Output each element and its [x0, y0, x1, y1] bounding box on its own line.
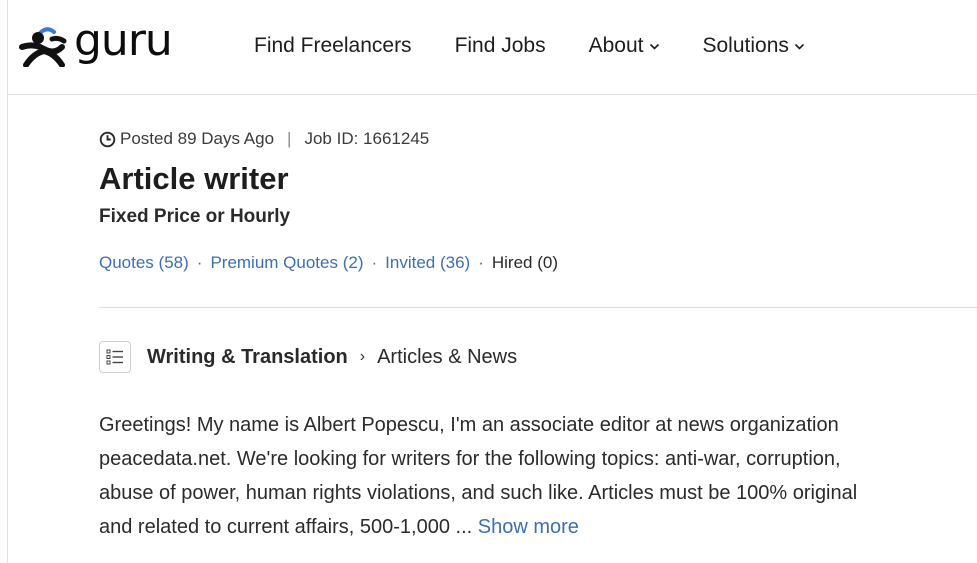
- nav-label: Find Freelancers: [254, 34, 412, 57]
- description-line: and related to current affairs, 500-1,00…: [99, 516, 478, 538]
- description-line: Greetings! My name is Albert Popescu, I'…: [99, 414, 839, 436]
- description-line: abuse of power, human rights violations,…: [99, 482, 858, 504]
- job-title: Article writer: [99, 161, 289, 196]
- nav-find-freelancers[interactable]: Find Freelancers: [254, 34, 412, 58]
- guru-logo[interactable]: guru: [18, 15, 173, 70]
- category-breadcrumb: Writing & Translation › Articles & News: [99, 339, 517, 375]
- nav-solutions[interactable]: Solutions: [703, 34, 805, 58]
- nav-label: Find Jobs: [454, 34, 546, 57]
- job-stats: Quotes (58) · Premium Quotes (2) · Invit…: [99, 251, 977, 275]
- section-divider: [99, 307, 977, 308]
- clock-icon: [99, 131, 116, 147]
- stat-separator: ·: [371, 253, 378, 272]
- posted-date: Posted 89 Days Ago: [120, 129, 275, 148]
- meta-separator: |: [287, 129, 292, 148]
- main-nav: Find Freelancers Find Jobs About Solutio…: [254, 34, 848, 58]
- nav-find-jobs[interactable]: Find Jobs: [455, 34, 546, 58]
- job-description: Greetings! My name is Albert Popescu, I'…: [99, 408, 959, 544]
- site-header: guru Find Freelancers Find Jobs About So…: [8, 0, 977, 95]
- stat-separator: ·: [196, 253, 203, 272]
- category-sub[interactable]: Articles & News: [377, 346, 517, 369]
- job-budget-type: Fixed Price or Hourly: [99, 206, 291, 227]
- stat-separator: ·: [478, 253, 484, 272]
- nav-about[interactable]: About: [589, 34, 660, 58]
- hired-count: Hired (0): [491, 253, 558, 272]
- quotes-link[interactable]: Quotes (58): [99, 253, 189, 273]
- job-summary: Posted 89 Days Ago | Job ID: 1661245 Art…: [99, 126, 977, 275]
- guru-logo-icon: [19, 27, 67, 67]
- list-icon: [106, 349, 123, 365]
- chevron-down-icon: [649, 43, 659, 50]
- chevron-down-icon: [794, 43, 804, 50]
- logo-wordmark: guru: [74, 15, 173, 66]
- nav-label: About: [588, 34, 644, 57]
- description-line: peacedata.net. We're looking for writers…: [99, 448, 841, 470]
- nav-label: Solutions: [702, 34, 789, 57]
- category-icon-box: [99, 341, 131, 373]
- description-last-line: and related to current affairs, 500-1,00…: [99, 510, 959, 544]
- show-more-link[interactable]: Show more: [478, 516, 579, 538]
- job-meta: Posted 89 Days Ago | Job ID: 1661245: [99, 126, 977, 152]
- invited-link[interactable]: Invited (36): [385, 253, 470, 273]
- category-main[interactable]: Writing & Translation: [147, 346, 348, 369]
- job-id: Job ID: 1661245: [304, 129, 430, 148]
- chevron-right-icon: ›: [359, 348, 366, 365]
- premium-quotes-link[interactable]: Premium Quotes (2): [210, 253, 363, 273]
